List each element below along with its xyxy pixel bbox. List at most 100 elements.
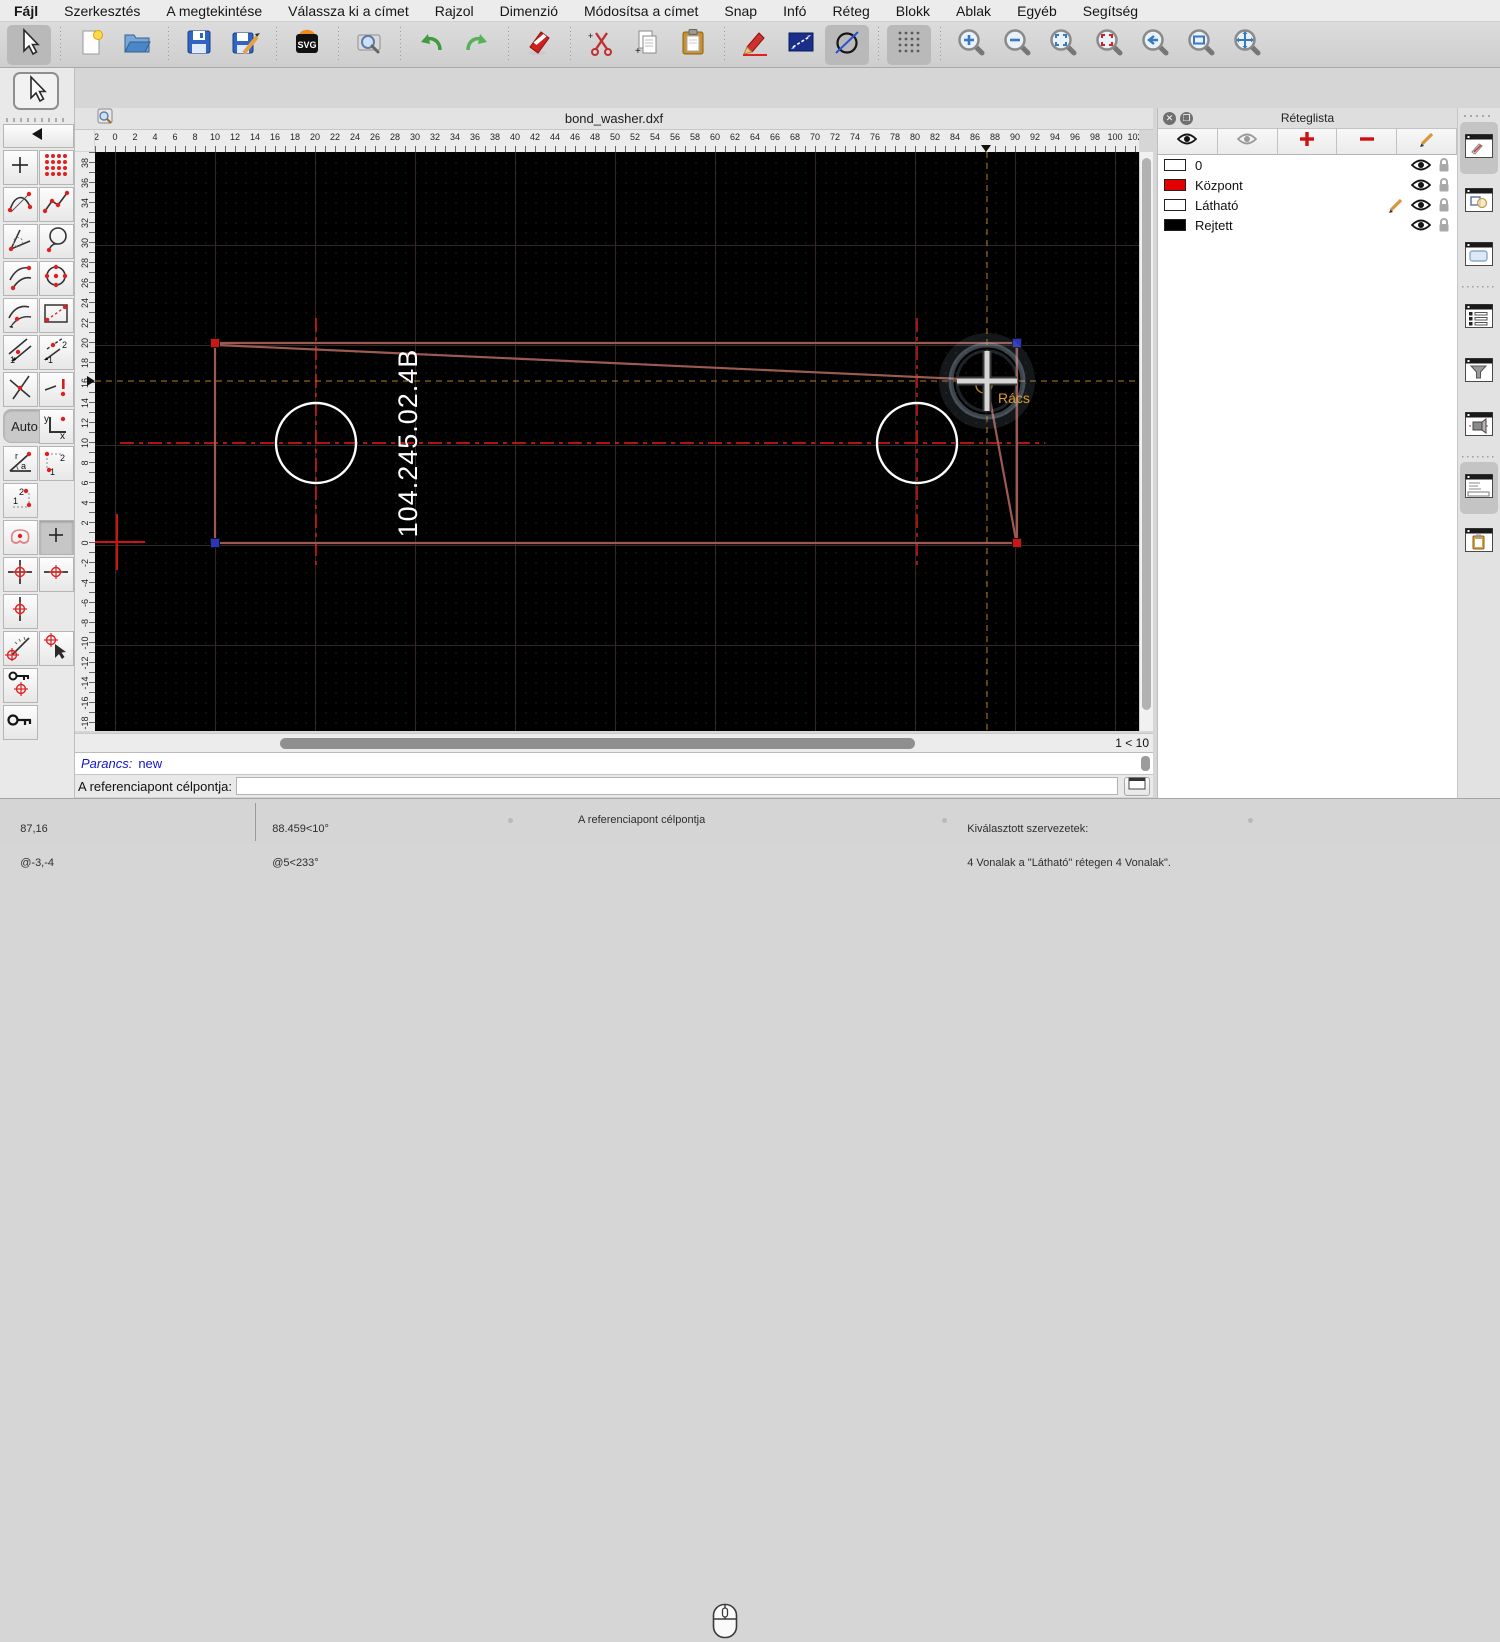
select-arrow-button[interactable] [7, 24, 51, 65]
copy-button[interactable]: + [625, 25, 669, 65]
menu-m-dos-tsa-a-c-met[interactable]: Módosítsa a címet [571, 3, 711, 19]
win-library-button[interactable] [1460, 230, 1498, 282]
coord-xy-button[interactable]: yx [38, 409, 74, 444]
eraser-button[interactable] [517, 25, 561, 65]
snap-shape-button[interactable] [2, 520, 38, 555]
edit-layer-button[interactable] [1397, 129, 1457, 154]
zoom-in-button[interactable] [949, 25, 993, 65]
layer-color-swatch[interactable] [1164, 179, 1186, 191]
win-layer-button[interactable] [1460, 122, 1498, 174]
circle-slash-button[interactable] [825, 24, 869, 65]
parallel-1-button[interactable]: 1 [2, 335, 38, 370]
undo-button[interactable] [409, 25, 453, 65]
spline-button[interactable] [2, 187, 38, 222]
layer-row-0[interactable]: 0 [1158, 155, 1457, 175]
menu-rajzol[interactable]: Rajzol [422, 3, 487, 19]
coord-ra-button[interactable]: ra [2, 446, 38, 481]
pencil-line-button[interactable] [733, 25, 777, 65]
snap-angle-button[interactable] [2, 631, 38, 666]
layer-row-rejtett[interactable]: Rejtett [1158, 215, 1457, 235]
drawing-canvas[interactable]: 104.245.02.4B Rács [95, 152, 1139, 731]
command-input[interactable] [235, 777, 1118, 795]
arc-tangent-button[interactable] [2, 224, 38, 259]
grid-dots-button[interactable] [887, 24, 931, 65]
open-folder-button[interactable] [115, 25, 159, 65]
snap-grid-button[interactable] [38, 520, 74, 555]
menu-szerkeszt-s[interactable]: Szerkesztés [51, 3, 153, 19]
zoom-prev-button[interactable] [1133, 25, 1177, 65]
menu-seg-ts-g[interactable]: Segítség [1070, 3, 1151, 19]
menu-v-lassza-ki-a-c-met[interactable]: Válassza ki a címet [275, 3, 422, 19]
snap-horizontal-button[interactable] [38, 557, 74, 592]
horizontal-scrollbar[interactable]: 1 < 10 [75, 733, 1153, 752]
zoom-auto-button[interactable] [1041, 25, 1085, 65]
draw-point-button[interactable] [2, 150, 38, 185]
zoom-select-button[interactable] [1087, 25, 1131, 65]
undock-icon[interactable]: ❐ [1180, 111, 1193, 125]
rect-diagonal-button[interactable] [38, 298, 74, 333]
menu-dimenzi-[interactable]: Dimenzió [487, 3, 571, 19]
win-section-button[interactable] [1460, 400, 1498, 452]
save-button[interactable] [177, 25, 221, 65]
eye-none-button[interactable] [1218, 129, 1278, 154]
save-as-button[interactable] [223, 25, 267, 65]
corner-12-button[interactable]: 12 [38, 446, 74, 481]
command-window-toggle-button[interactable] [1124, 776, 1150, 796]
remove-layer-button[interactable] [1337, 129, 1398, 154]
win-command-button[interactable] [1460, 462, 1498, 514]
eye-all-button[interactable] [1158, 129, 1218, 154]
zoom-pan-button[interactable] [1225, 25, 1269, 65]
layer-color-swatch[interactable] [1164, 199, 1186, 211]
win-list-button[interactable] [1460, 292, 1498, 344]
command-history-scrollbar[interactable] [1141, 756, 1150, 771]
layer-color-swatch[interactable] [1164, 159, 1186, 171]
back-arrow-button[interactable] [2, 124, 74, 148]
two-arcs-button[interactable] [2, 261, 38, 296]
line-point-button[interactable] [38, 372, 74, 407]
win-clipboard-button[interactable] [1460, 516, 1498, 568]
cross-lines-button[interactable] [2, 372, 38, 407]
layer-lock-icon[interactable] [1437, 197, 1451, 213]
layer-lock-icon[interactable] [1437, 157, 1451, 173]
vertical-scrollbar-thumb[interactable] [1142, 158, 1151, 710]
layer-lock-icon[interactable] [1437, 177, 1451, 193]
win-filter-button[interactable] [1460, 346, 1498, 398]
lock-reference-button[interactable] [2, 668, 38, 703]
redo-button[interactable] [455, 25, 499, 65]
layer-visibility-eye-icon[interactable] [1411, 178, 1431, 192]
key-button[interactable] [2, 705, 38, 740]
layer-visibility-eye-icon[interactable] [1411, 218, 1431, 232]
vertical-scrollbar[interactable] [1139, 152, 1153, 731]
close-icon[interactable]: ✕ [1163, 111, 1176, 125]
menu-a-megtekint-se[interactable]: A megtekintése [153, 3, 275, 19]
paste-button[interactable] [671, 25, 715, 65]
snap-endpoint-button[interactable] [2, 557, 38, 592]
layer-color-swatch[interactable] [1164, 219, 1186, 231]
layer-visibility-eye-icon[interactable] [1411, 198, 1431, 212]
circle-center-button[interactable] [38, 261, 74, 296]
snap-cursor-button[interactable] [38, 631, 74, 666]
layer-row-látható[interactable]: Látható [1158, 195, 1457, 215]
menu-inf-[interactable]: Infó [770, 3, 819, 19]
menu-r-teg[interactable]: Réteg [819, 3, 882, 19]
dim-rect-button[interactable] [779, 25, 823, 65]
select-tool-button[interactable] [13, 72, 59, 110]
arc-2-button[interactable] [2, 298, 38, 333]
layer-visibility-eye-icon[interactable] [1411, 158, 1431, 172]
menu-egy-b[interactable]: Egyéb [1004, 3, 1070, 19]
layer-row-központ[interactable]: Központ [1158, 175, 1457, 195]
zoom-out-button[interactable] [995, 25, 1039, 65]
polyline-button[interactable] [38, 187, 74, 222]
parallel-2-button[interactable]: 21 [38, 335, 74, 370]
svg-export-button[interactable]: SVG [285, 25, 329, 65]
win-block-button[interactable] [1460, 176, 1498, 228]
new-file-button[interactable] [69, 25, 113, 65]
menu-blokk[interactable]: Blokk [883, 3, 943, 19]
dot-matrix-button[interactable] [38, 150, 74, 185]
scissors-button[interactable]: + [579, 25, 623, 65]
add-layer-button[interactable] [1278, 129, 1338, 154]
corner-21-button[interactable]: 12 [2, 483, 38, 518]
zoom-window-button[interactable] [1179, 25, 1223, 65]
document-window-icon[interactable] [97, 108, 113, 129]
horizontal-scrollbar-thumb[interactable] [280, 738, 915, 749]
